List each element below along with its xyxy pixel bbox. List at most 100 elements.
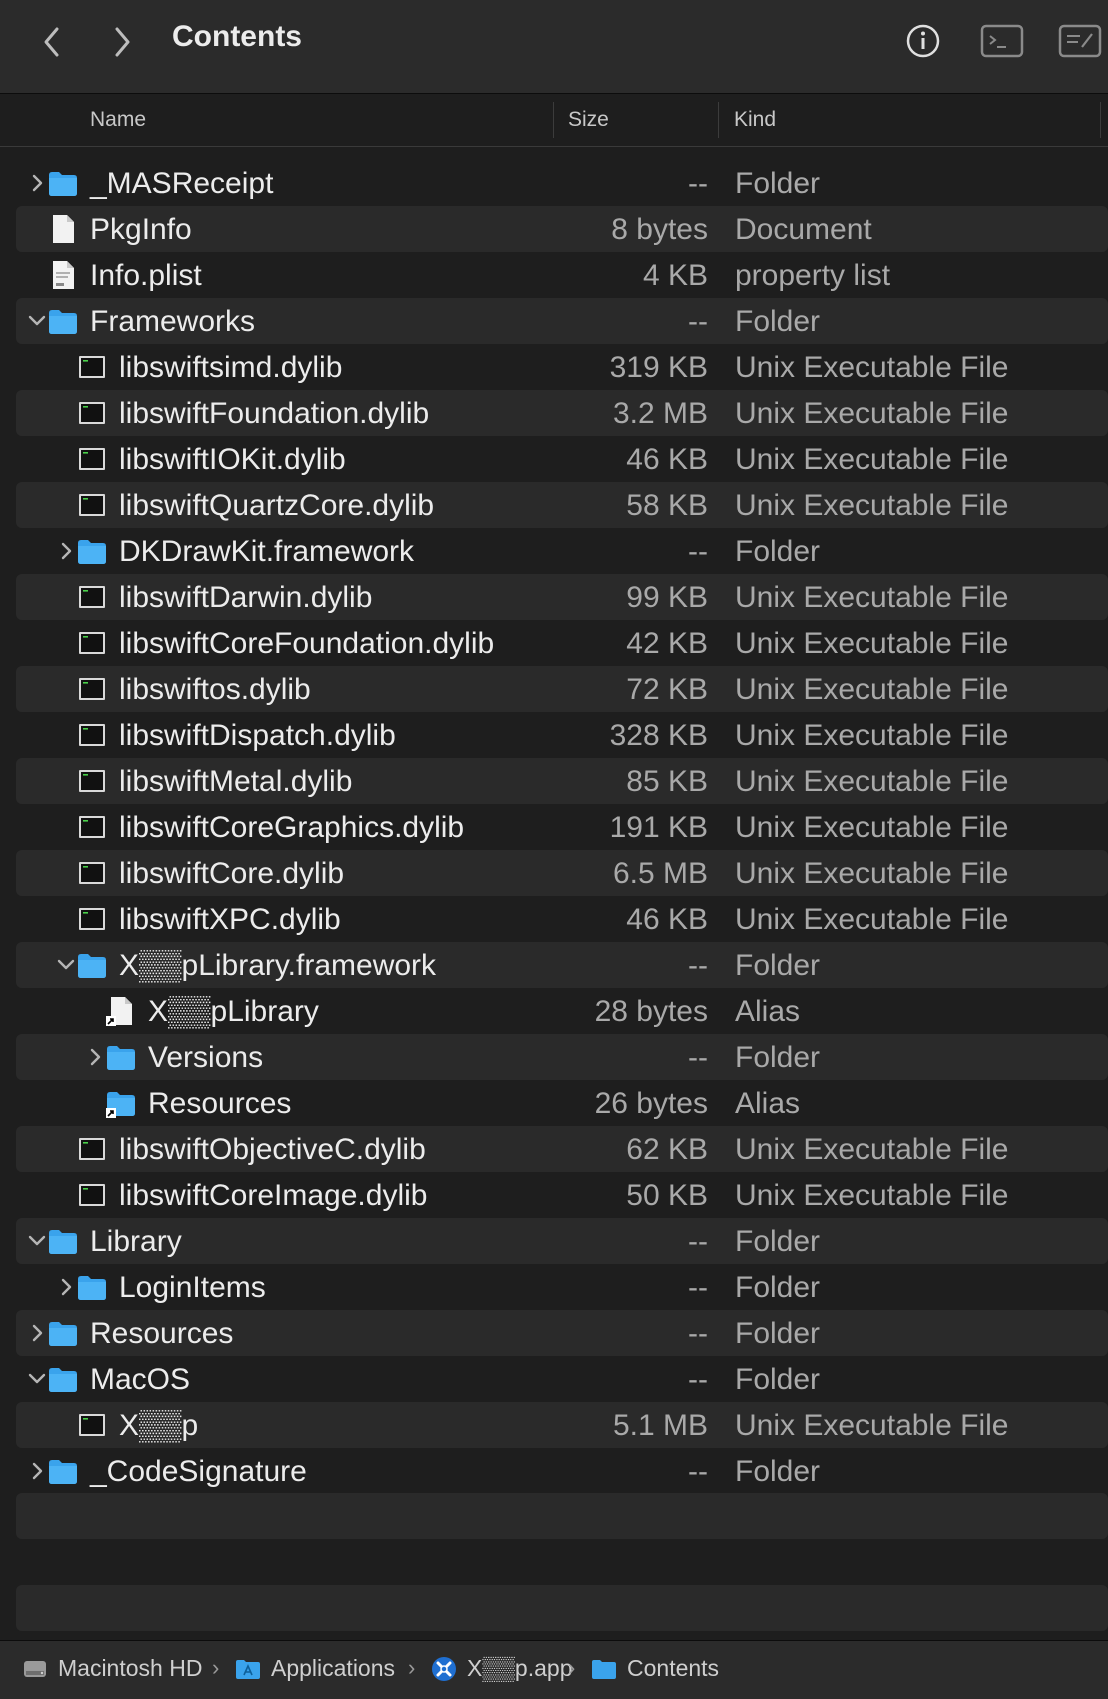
- disclosure-collapsed-icon[interactable]: [55, 537, 77, 565]
- file-size: 5.1 MB: [612, 1409, 708, 1442]
- file-name: X▒▒p: [119, 1409, 199, 1442]
- list-item[interactable]: MacOS -- Folder: [16, 1356, 1108, 1402]
- file-name: _CodeSignature: [90, 1455, 307, 1488]
- disclosure-collapsed-icon[interactable]: [26, 1457, 48, 1485]
- file-name: Info.plist: [90, 259, 202, 292]
- list-item[interactable]: libswiftCore.dylib 6.5 MB Unix Executable …: [16, 850, 1108, 896]
- folder-icon: [48, 168, 78, 198]
- column-divider[interactable]: [718, 102, 719, 138]
- disclosure-collapsed-icon[interactable]: [84, 1043, 106, 1071]
- file-kind: Document: [735, 213, 872, 246]
- list-item[interactable]: X▒▒pLibrary 28 bytes Alias: [16, 988, 1108, 1034]
- column-divider[interactable]: [1100, 102, 1101, 138]
- size-column-header[interactable]: Size: [568, 108, 609, 132]
- editor-button[interactable]: [1058, 23, 1102, 64]
- list-item[interactable]: X▒▒pLibrary.framework -- Folder: [16, 942, 1108, 988]
- list-item[interactable]: Resources -- Folder: [16, 1310, 1108, 1356]
- list-item[interactable]: DKDrawKit.framework -- Folder: [16, 528, 1108, 574]
- back-button[interactable]: [34, 22, 70, 62]
- file-kind: Folder: [735, 1041, 821, 1074]
- path-item-macintosh-hd[interactable]: Macintosh HD: [22, 1655, 202, 1682]
- exec-icon: [77, 398, 107, 428]
- file-kind: Unix Executable File: [735, 765, 1009, 798]
- list-item[interactable]: libswiftos.dylib 72 KB Unix Executable Fil…: [16, 666, 1108, 712]
- file-size: --: [688, 1363, 708, 1396]
- list-item[interactable]: libswiftCoreGraphics.dylib 191 KB Unix Exe…: [16, 804, 1108, 850]
- exec-icon: [77, 858, 107, 888]
- name-column-header[interactable]: Name: [90, 108, 146, 132]
- exec-icon: [77, 490, 107, 520]
- file-size: --: [688, 1317, 708, 1350]
- disclosure-expanded-icon[interactable]: [26, 1227, 48, 1255]
- list-item[interactable]: libswiftDarwin.dylib 99 KB Unix Executable…: [16, 574, 1108, 620]
- file-name: libswiftCoreFoundation.dylib: [119, 627, 495, 660]
- file-kind: Unix Executable File: [735, 1179, 1009, 1212]
- file-size: 8 bytes: [611, 213, 708, 246]
- list-item[interactable]: libswiftDispatch.dylib 328 KB Unix Executa…: [16, 712, 1108, 758]
- list-item[interactable]: libswiftFoundation.dylib 3.2 MB Unix Execu…: [16, 390, 1108, 436]
- disclosure-collapsed-icon[interactable]: [26, 1319, 48, 1347]
- list-item[interactable]: Library -- Folder: [16, 1218, 1108, 1264]
- folder-icon: [48, 1318, 78, 1348]
- column-divider[interactable]: [553, 102, 554, 138]
- list-item[interactable]: Frameworks -- Folder: [16, 298, 1108, 344]
- file-size: 3.2 MB: [612, 397, 708, 430]
- file-size: 328 KB: [609, 719, 708, 752]
- list-item[interactable]: libswiftObjectiveC.dylib 62 KB Unix Execut…: [16, 1126, 1108, 1172]
- forward-button[interactable]: [104, 22, 140, 62]
- list-item[interactable]: Versions -- Folder: [16, 1034, 1108, 1080]
- disclosure-collapsed-icon[interactable]: [26, 169, 48, 197]
- disclosure-expanded-icon[interactable]: [26, 307, 48, 335]
- file-kind: Folder: [735, 1317, 821, 1350]
- folder-icon: [77, 1272, 107, 1302]
- path-item-app[interactable]: X▒▒p.app: [431, 1655, 573, 1682]
- file-name: libswiftsimd.dylib: [119, 351, 343, 384]
- path-bar: Macintosh HD › Applications › X▒▒p.app ›…: [0, 1640, 1108, 1699]
- folder-icon: [48, 1456, 78, 1486]
- list-item[interactable]: libswiftMetal.dylib 85 KB Unix Executable …: [16, 758, 1108, 804]
- path-item-applications[interactable]: Applications: [235, 1655, 395, 1682]
- disclosure-expanded-icon[interactable]: [26, 1365, 48, 1393]
- disclosure-collapsed-icon[interactable]: [55, 1273, 77, 1301]
- list-item[interactable]: _CodeSignature -- Folder: [16, 1448, 1108, 1494]
- list-item[interactable]: libswiftIOKit.dylib 46 KB Unix Executable …: [16, 436, 1108, 482]
- info-button[interactable]: [905, 23, 941, 64]
- file-kind: Folder: [735, 949, 821, 982]
- path-item-contents[interactable]: Contents: [591, 1655, 719, 1682]
- file-name: PkgInfo: [90, 213, 192, 246]
- disclosure-expanded-icon[interactable]: [55, 951, 77, 979]
- list-item[interactable]: Info.plist 4 KB property list: [16, 252, 1108, 298]
- kind-column-header[interactable]: Kind: [734, 108, 776, 132]
- exec-icon: [77, 720, 107, 750]
- exec-icon: [77, 812, 107, 842]
- list-item[interactable]: libswiftCoreImage.dylib 50 KB Unix Executa…: [16, 1172, 1108, 1218]
- exec-icon: [77, 674, 107, 704]
- file-kind: Unix Executable File: [735, 443, 1009, 476]
- list-item[interactable]: PkgInfo 8 bytes Document: [16, 206, 1108, 252]
- path-item-label: Applications: [271, 1655, 396, 1681]
- applications-folder-icon: [236, 1659, 260, 1679]
- app-icon: [432, 1656, 456, 1681]
- list-item[interactable]: LoginItems -- Folder: [16, 1264, 1108, 1310]
- list-item[interactable]: libswiftCoreFoundation.dylib 42 KB Unix Ex…: [16, 620, 1108, 666]
- folder-icon: [48, 1364, 78, 1394]
- list-item[interactable]: libswiftsimd.dylib 319 KB Unix Executable …: [16, 344, 1108, 390]
- exec-icon: [77, 628, 107, 658]
- path-separator: ›: [568, 1655, 576, 1680]
- list-item[interactable]: X▒▒p 5.1 MB Unix Executable File: [16, 1402, 1108, 1448]
- file-kind: Alias: [735, 1087, 801, 1120]
- file-name: libswiftDispatch.dylib: [119, 719, 396, 752]
- list-item[interactable]: libswiftXPC.dylib 46 KB Unix Executable Fi…: [16, 896, 1108, 942]
- file-name: Frameworks: [90, 305, 256, 338]
- file-kind: Unix Executable File: [735, 903, 1009, 936]
- list-item[interactable]: libswiftQuartzCore.dylib 58 KB Unix Execut…: [16, 482, 1108, 528]
- list-item[interactable]: Resources 26 bytes Alias: [16, 1080, 1108, 1126]
- file-size: 4 KB: [642, 259, 708, 292]
- terminal-button[interactable]: [980, 23, 1024, 64]
- file-size: 42 KB: [626, 627, 708, 660]
- exec-icon: [77, 1410, 107, 1440]
- file-name: DKDrawKit.framework: [119, 535, 415, 568]
- file-size: 6.5 MB: [612, 857, 708, 890]
- file-size: --: [688, 949, 708, 982]
- list-item[interactable]: _MASReceipt -- Folder: [16, 160, 1108, 206]
